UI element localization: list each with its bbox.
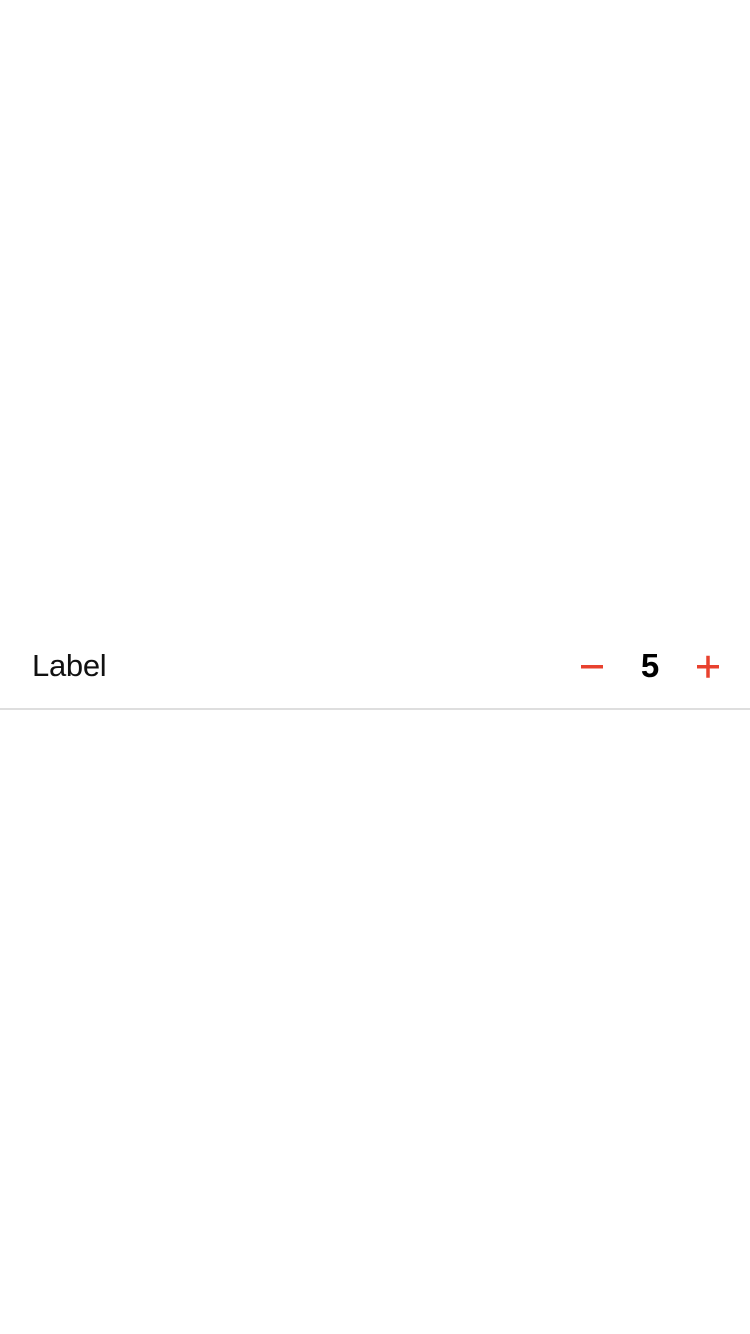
minus-icon bbox=[581, 665, 603, 669]
increment-button[interactable] bbox=[682, 642, 734, 690]
stepper-value: 5 bbox=[640, 647, 660, 684]
stepper-row: Label 5 bbox=[0, 624, 750, 710]
plus-icon bbox=[697, 655, 719, 678]
screen: Label 5 bbox=[0, 0, 750, 1334]
quantity-stepper: 5 bbox=[566, 642, 734, 690]
row-label: Label bbox=[32, 648, 107, 683]
decrement-button[interactable] bbox=[566, 642, 618, 690]
